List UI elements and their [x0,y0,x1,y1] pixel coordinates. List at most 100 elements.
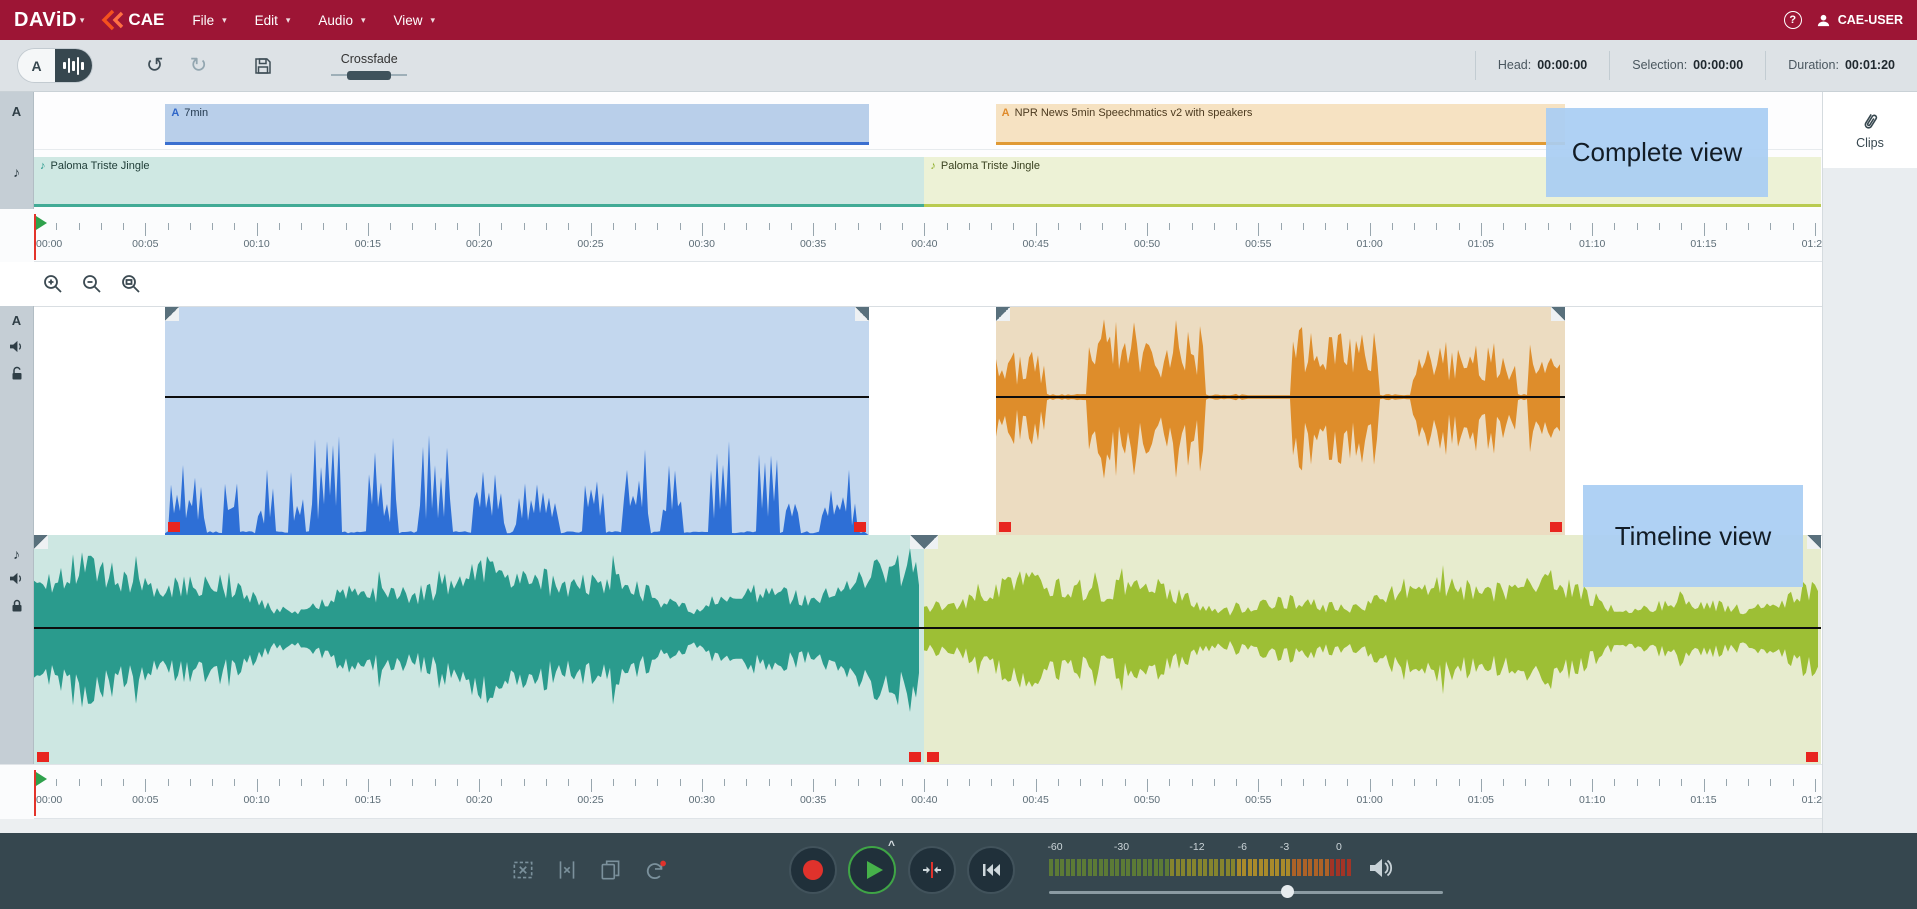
meter-segment [1253,859,1257,876]
undo-button[interactable]: ↺ [146,55,164,76]
mode-a-button[interactable]: A [18,49,55,82]
zoom-fit-button[interactable] [117,270,145,298]
ruler-tick [301,779,302,786]
cae-app: DAViD ▾ CAE File▾ Edit▾ Audio▾ View▾ ? C… [0,0,1917,909]
logo-chevron-icon[interactable]: ▾ [80,15,85,26]
ruler-tick [746,779,747,786]
gain-line[interactable] [165,396,868,398]
menu-edit[interactable]: Edit▾ [255,13,291,28]
overview-clip[interactable]: ANPR News 5min Speechmatics v2 with spea… [996,104,1566,145]
gain-line[interactable] [34,627,924,629]
meter-segment [1143,859,1147,876]
gain-line[interactable] [996,396,1566,398]
clip-handle-top-right[interactable] [910,535,924,549]
user-menu[interactable]: CAE-USER [1816,13,1903,28]
fade-marker-right[interactable] [1806,752,1818,762]
zoom-in-button[interactable] [39,270,67,298]
ruler-tick [1726,779,1727,786]
speech-track-mute-button[interactable] [0,340,33,358]
meter-segment [1319,859,1323,876]
timeline-clip[interactable] [165,307,868,535]
view-mode-toggle[interactable]: A [18,49,92,82]
clip-handle-top-left[interactable] [924,535,938,549]
ruler-tick [546,779,547,786]
ruler-tick [79,779,80,786]
user-icon [1816,13,1831,28]
ruler-tick [412,223,413,230]
speaker-icon [9,572,24,585]
selection-icon [510,857,536,883]
music-track-lock-button[interactable] [0,598,33,618]
fade-marker-left[interactable] [168,522,180,532]
fade-marker-right[interactable] [909,752,921,762]
fade-marker-left[interactable] [927,752,939,762]
skip-to-start-button[interactable] [967,846,1015,894]
cut-selection-button[interactable] [554,857,580,883]
fade-marker-left[interactable] [37,752,49,762]
overview-playhead-marker-icon[interactable] [36,216,47,230]
ruler-time-label: 00:40 [911,238,937,250]
redo-button[interactable]: ↻ [190,55,208,76]
overview-ruler[interactable]: 00:0000:0500:1000:1500:2000:2500:3000:35… [34,209,1822,262]
revert-button[interactable] [642,857,668,883]
speech-track-lock-button[interactable] [0,366,33,386]
ruler-tick [1303,779,1304,786]
clip-handle-top-left[interactable] [165,307,179,321]
gain-line[interactable] [924,627,1821,629]
fade-marker-right[interactable] [1550,522,1562,532]
ruler-tick [190,223,191,230]
record-button[interactable] [789,846,837,894]
ruler-tick [323,779,324,786]
menu-file[interactable]: File▾ [192,13,226,28]
meter-segment [1248,859,1252,876]
overview-clip[interactable]: A7min [165,104,868,145]
overview-track-gutter: A ♪ [0,92,34,209]
music-track-mute-button[interactable] [0,572,33,590]
meter-segment [1242,859,1246,876]
volume-slider-handle[interactable] [1281,885,1294,898]
mode-waveform-button[interactable] [55,49,92,82]
crossfade-button[interactable]: Crossfade [331,52,407,80]
ruler-time-label: 00:35 [800,794,826,806]
menu-audio[interactable]: Audio▾ [318,13,365,28]
ruler-time-label: 00:30 [689,238,715,250]
ruler-tick [1503,779,1504,786]
monitor-volume-button[interactable] [1368,857,1394,879]
speech-track-icon: A [0,313,33,328]
zoom-out-icon [81,273,103,295]
fade-marker-left[interactable] [999,522,1011,532]
clips-button[interactable]: Clips [1823,92,1917,168]
meter-segment [1187,859,1191,876]
overview-clip[interactable]: ♪Paloma Triste Jingle [34,157,924,207]
ruler-tick [101,223,102,230]
clip-handle-top-right[interactable] [1807,535,1821,549]
play-options-caret[interactable]: ^ [888,838,895,852]
help-icon[interactable]: ? [1784,11,1802,29]
play-button[interactable] [848,846,896,894]
menu-view[interactable]: View▾ [393,13,435,28]
select-region-button[interactable] [510,857,536,883]
ruler-tick [145,779,146,792]
clip-handle-top-left[interactable] [996,307,1010,321]
timeline-clip[interactable] [34,535,924,764]
ruler-tick [1125,223,1126,230]
timeline-clip[interactable] [996,307,1566,535]
meter-segment [1170,859,1174,876]
zoom-out-button[interactable] [78,270,106,298]
ruler-tick [501,779,502,786]
duration-readout: Duration:00:01:20 [1765,51,1917,81]
copy-button[interactable] [598,857,624,883]
fade-marker-right[interactable] [854,522,866,532]
split-at-playhead-button[interactable] [908,846,956,894]
clip-handle-top-right[interactable] [1551,307,1565,321]
clip-type-icon: ♪ [40,160,46,172]
record-icon [803,860,823,880]
timeline-ruler[interactable]: 00:0000:0500:1000:1500:2000:2500:3000:35… [34,764,1822,819]
timeline-playhead-marker-icon[interactable] [36,772,47,786]
save-button[interactable] [253,56,273,76]
volume-slider-track[interactable] [1049,891,1443,894]
clip-handle-top-left[interactable] [34,535,48,549]
meter-segment [1264,859,1268,876]
clip-handle-top-right[interactable] [855,307,869,321]
ruler-tick [1258,223,1259,236]
